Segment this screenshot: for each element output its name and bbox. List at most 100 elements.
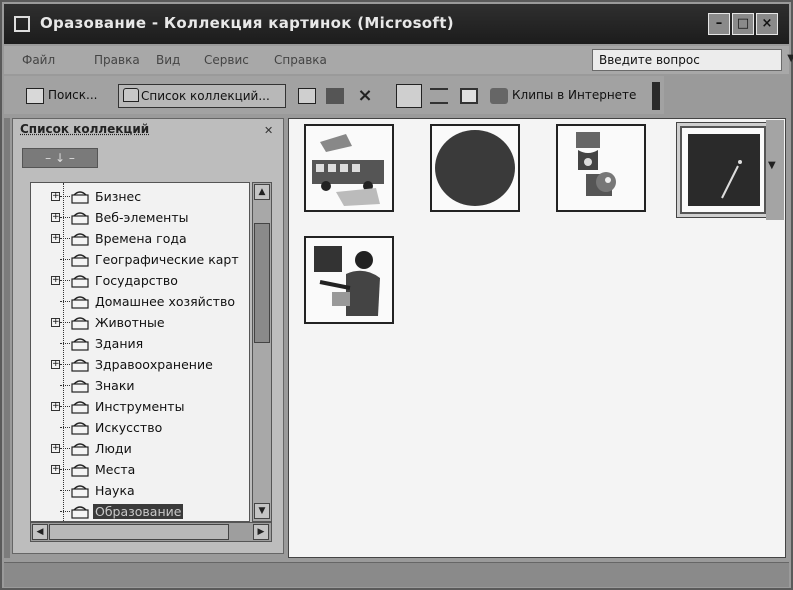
tree-item-label: Инструменты (95, 399, 185, 414)
tree-horizontal-scrollbar[interactable]: ◀ ▶ (30, 522, 272, 542)
expand-icon[interactable]: + (51, 465, 60, 474)
tree-item[interactable]: + Инструменты (31, 397, 249, 417)
pane-close-icon[interactable]: ✕ (264, 124, 273, 137)
search-button[interactable]: Поиск... (44, 84, 101, 108)
collections-list-label: Список коллекций... (141, 89, 270, 103)
tree-branch-line (60, 469, 70, 470)
tree-item-label: Здания (95, 336, 144, 351)
clips-online-icon (490, 88, 508, 104)
expand-icon[interactable]: + (51, 276, 60, 285)
clips-online-button[interactable]: Клипы в Интернете (508, 84, 640, 108)
list-view-icon[interactable] (430, 88, 448, 104)
school-bus-icon (312, 134, 384, 206)
paste-icon[interactable] (326, 88, 344, 104)
pane-navigation[interactable]: – ↓ – (22, 148, 98, 168)
menu-edit[interactable]: Правка (94, 53, 140, 67)
collection-tree: + Бизнес + Веб-элементы + Времена года Географ… (30, 182, 250, 522)
tree-item[interactable]: Домашнее хозяйство (31, 292, 249, 312)
tree-item[interactable]: Искусство (31, 418, 249, 438)
clip-thumbnail[interactable] (556, 124, 646, 212)
scroll-thumb[interactable] (254, 223, 270, 343)
tree-item[interactable]: + Животные (31, 313, 249, 333)
delete-icon[interactable]: × (356, 87, 374, 105)
tree-item-label: Места (95, 462, 136, 477)
tree-item-label: Здравоохранение (95, 357, 213, 372)
tree-item[interactable]: Здания (31, 334, 249, 354)
menu-help[interactable]: Справка (274, 53, 327, 67)
scroll-left-icon[interactable]: ◀ (32, 524, 48, 540)
expand-icon[interactable]: + (51, 402, 60, 411)
content-scroll-button[interactable]: ▼ (766, 120, 784, 220)
dark-oval-icon (435, 130, 515, 206)
collection-folder-icon (71, 317, 89, 330)
reading-figures-icon (576, 132, 616, 196)
tree-item[interactable]: Образование (31, 502, 249, 521)
scroll-right-icon[interactable]: ▶ (253, 524, 269, 540)
app-icon (14, 16, 30, 32)
collection-folder-icon (71, 338, 89, 351)
menu-file[interactable]: Файл (22, 53, 55, 67)
expand-icon[interactable]: + (51, 213, 60, 222)
collections-list-button[interactable]: Список коллекций... (118, 84, 286, 108)
clip-thumbnail-selected[interactable] (680, 126, 766, 214)
tree-item-label: Люди (95, 441, 132, 456)
close-button[interactable]: × (756, 13, 778, 35)
copy-icon[interactable] (298, 88, 316, 104)
expand-icon[interactable]: + (51, 234, 60, 243)
collection-folder-icon (71, 359, 89, 372)
tree-branch-line (60, 301, 70, 302)
collection-folder-icon (71, 380, 89, 393)
toolbar-handle[interactable] (652, 82, 660, 110)
scroll-down-icon[interactable]: ▼ (768, 160, 776, 171)
tree-item[interactable]: + Веб-элементы (31, 208, 249, 228)
thumbnails-view-icon[interactable] (396, 84, 422, 108)
tree-branch-line (60, 427, 70, 428)
clip-thumbnail[interactable] (304, 236, 394, 324)
tree-item[interactable]: + Места (31, 460, 249, 480)
tree-item-label: Наука (95, 483, 135, 498)
tree-vertical-scrollbar[interactable]: ▲ ▼ (252, 182, 272, 522)
tree-item[interactable]: + Времена года (31, 229, 249, 249)
tree-item[interactable]: + Государство (31, 271, 249, 291)
tree-item-label: Веб-элементы (95, 210, 189, 225)
tree-branch-line (60, 238, 70, 239)
clip-thumbnail[interactable] (304, 124, 394, 212)
tree-item[interactable]: + Здравоохранение (31, 355, 249, 375)
window-left-edge (4, 118, 10, 558)
collection-folder-icon (71, 401, 89, 414)
tree-item[interactable]: Знаки (31, 376, 249, 396)
tree-branch-line (60, 385, 70, 386)
details-view-icon[interactable] (460, 88, 478, 104)
clip-thumbnail[interactable] (430, 124, 520, 212)
collection-folder-icon (71, 233, 89, 246)
expand-icon[interactable]: + (51, 360, 60, 369)
collection-folder-icon (71, 422, 89, 435)
dropdown-arrow-icon[interactable]: ▼ (787, 53, 793, 64)
minimize-button[interactable]: – (708, 13, 730, 35)
tree-item-label: Бизнес (95, 189, 142, 204)
maximize-button[interactable]: □ (732, 13, 754, 35)
menu-tools[interactable]: Сервис (204, 53, 249, 67)
tree-item-label: Государство (95, 273, 178, 288)
title-bar[interactable]: Оразование - Коллекция картинок (Microso… (4, 4, 789, 44)
tree-item-label: Времена года (95, 231, 187, 246)
tree-branch-line (60, 490, 70, 491)
scroll-up-icon[interactable]: ▲ (254, 184, 270, 200)
expand-icon[interactable]: + (51, 318, 60, 327)
expand-icon[interactable]: + (51, 444, 60, 453)
collection-folder-icon (71, 506, 89, 519)
pane-title: Список коллекций (20, 122, 150, 136)
tree-branch-line (60, 511, 70, 512)
tree-item[interactable]: + Люди (31, 439, 249, 459)
collection-folder-icon (71, 485, 89, 498)
expand-icon[interactable]: + (51, 192, 60, 201)
tree-item[interactable]: Наука (31, 481, 249, 501)
scroll-down-icon[interactable]: ▼ (254, 503, 270, 519)
ask-question-box[interactable]: Введите вопрос ▼ (592, 49, 793, 71)
tree-item[interactable]: Географические карт (31, 250, 249, 270)
tree-item[interactable]: + Бизнес (31, 187, 249, 207)
hscroll-thumb[interactable] (49, 524, 229, 540)
tree-branch-line (60, 343, 70, 344)
menu-view[interactable]: Вид (156, 53, 180, 67)
tree-branch-line (60, 364, 70, 365)
